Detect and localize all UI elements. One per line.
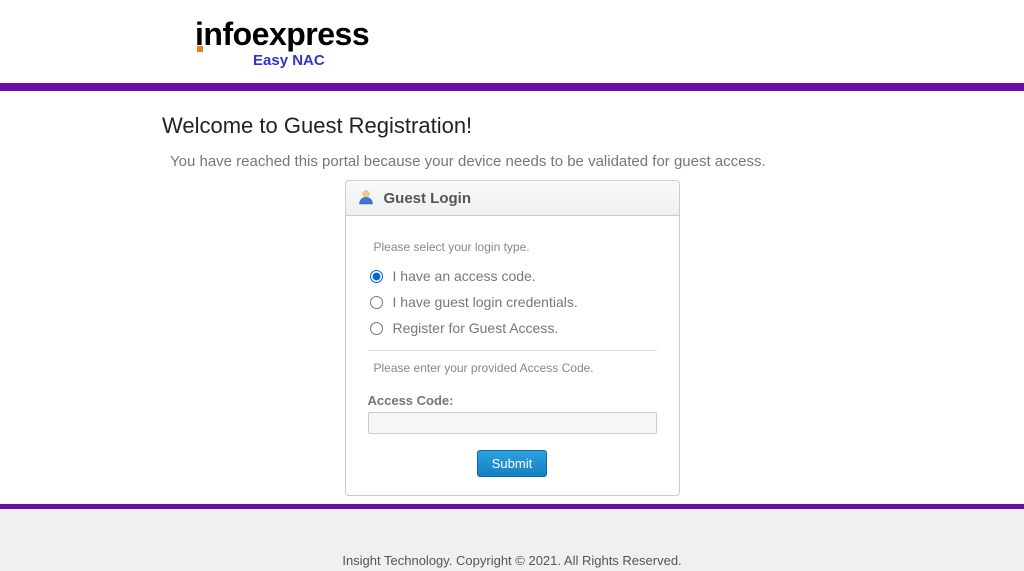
- access-code-label: Access Code:: [368, 393, 657, 408]
- radio-access-code[interactable]: [370, 270, 383, 283]
- footer-wrapper: Insight Technology. Copyright © 2021. Al…: [0, 504, 1024, 571]
- radio-access-code-label[interactable]: I have an access code.: [393, 268, 536, 284]
- login-type-instruction: Please select your login type.: [374, 240, 657, 254]
- guest-login-body: Please select your login type. I have an…: [346, 216, 679, 495]
- brand-name: infoexpress: [195, 16, 369, 52]
- guest-login-header: Guest Login: [346, 181, 679, 216]
- guest-login-panel: Guest Login Please select your login typ…: [345, 180, 680, 496]
- radio-row-access-code: I have an access code.: [370, 268, 657, 284]
- brand-logo: infoexpress: [195, 18, 1024, 50]
- divider-line: [368, 350, 657, 351]
- access-code-input[interactable]: [368, 412, 657, 434]
- submit-row: Submit: [368, 450, 657, 477]
- radio-guest-creds-label[interactable]: I have guest login credentials.: [393, 294, 578, 310]
- submit-button[interactable]: Submit: [477, 450, 547, 477]
- guest-login-title: Guest Login: [384, 190, 472, 207]
- footer: Insight Technology. Copyright © 2021. Al…: [0, 509, 1024, 571]
- radio-row-register: Register for Guest Access.: [370, 320, 657, 336]
- divider-bar-top: [0, 83, 1024, 91]
- brand-subtitle: Easy NAC: [253, 52, 1024, 69]
- page-title: Welcome to Guest Registration!: [162, 113, 1024, 139]
- footer-text: Insight Technology. Copyright © 2021. Al…: [342, 553, 681, 568]
- header: infoexpress Easy NAC: [0, 0, 1024, 83]
- main-content: Welcome to Guest Registration! You have …: [0, 91, 1024, 496]
- radio-register[interactable]: [370, 322, 383, 335]
- user-icon: [356, 188, 376, 208]
- radio-row-guest-creds: I have guest login credentials.: [370, 294, 657, 310]
- radio-register-label[interactable]: Register for Guest Access.: [393, 320, 559, 336]
- access-code-instruction: Please enter your provided Access Code.: [374, 361, 657, 375]
- radio-guest-creds[interactable]: [370, 296, 383, 309]
- page-subtitle: You have reached this portal because you…: [170, 153, 1024, 170]
